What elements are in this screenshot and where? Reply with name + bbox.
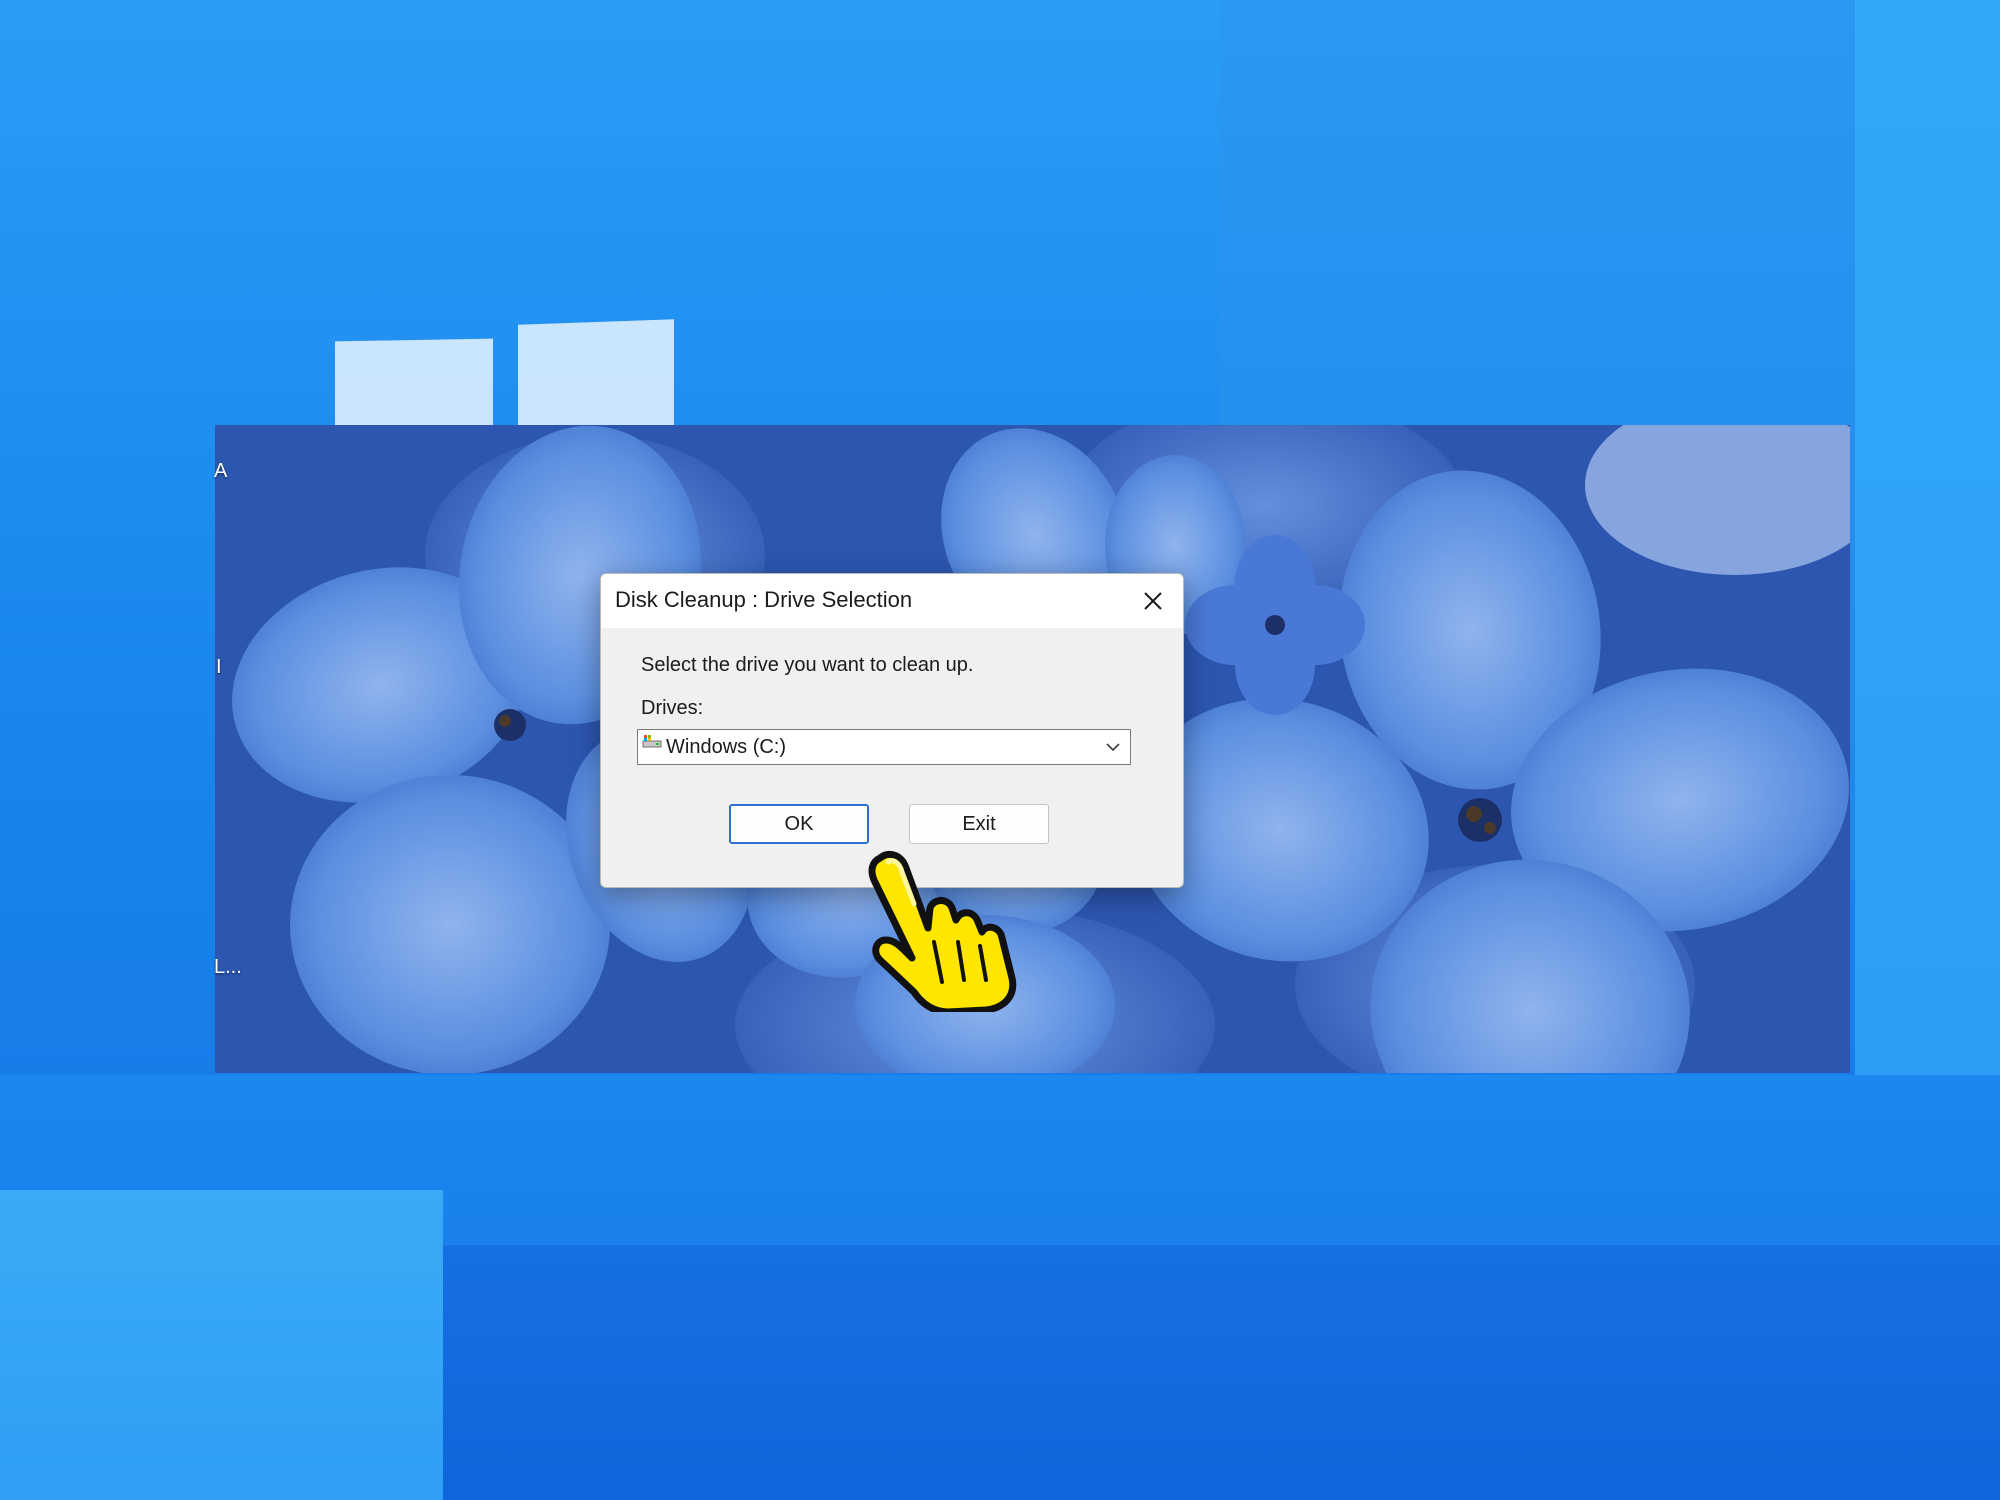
drive-icon	[642, 735, 662, 748]
desktop-edge-label: A	[214, 460, 228, 482]
ok-button[interactable]: OK	[729, 804, 869, 844]
drives-dropdown[interactable]: Windows (C:)	[637, 729, 1131, 765]
selected-drive: Windows (C:)	[666, 736, 787, 758]
desktop-edge-label: L...	[214, 956, 242, 978]
chevron-down-icon	[1106, 743, 1120, 752]
background-block-face	[443, 1245, 2000, 1500]
dialog-titlebar[interactable]: Disk Cleanup : Drive Selection	[601, 574, 1183, 628]
disk-cleanup-dialog: Disk Cleanup : Drive Selection Select th…	[600, 573, 1184, 888]
close-icon	[1144, 592, 1162, 610]
dropdown-toggle[interactable]	[1096, 730, 1130, 764]
dialog-title: Disk Cleanup : Drive Selection	[615, 587, 913, 612]
close-button[interactable]	[1131, 581, 1175, 621]
exit-button[interactable]: Exit	[909, 804, 1049, 844]
background-block-left	[0, 1190, 443, 1500]
dialog-prompt: Select the drive you want to clean up.	[641, 654, 974, 676]
hand-pointer-cursor-icon	[868, 850, 1017, 1012]
drives-label: Drives:	[641, 697, 704, 719]
desktop-edge-label: I	[216, 656, 222, 678]
